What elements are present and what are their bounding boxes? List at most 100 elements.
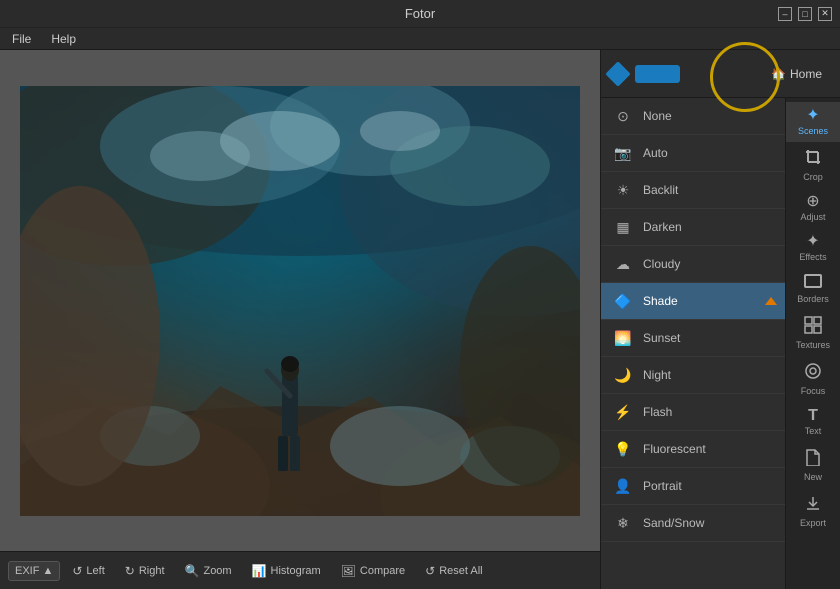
scene-auto-label: Auto — [643, 146, 668, 160]
cave-image — [20, 86, 580, 516]
window-controls: – □ ✕ — [778, 7, 832, 21]
tool-new[interactable]: New — [786, 442, 840, 488]
scene-none-label: None — [643, 109, 672, 123]
reset-all-button[interactable]: ↺ Reset All — [417, 561, 490, 581]
tool-text[interactable]: T Text — [786, 402, 840, 442]
scene-shade-label: Shade — [643, 294, 678, 308]
adjust-tool-label: Adjust — [800, 212, 825, 222]
scene-sandsnow-icon: ❄ — [613, 513, 633, 533]
right-toolbar: ✦ Scenes Crop — [785, 98, 840, 589]
scene-sunset-icon: 🌅 — [613, 328, 633, 348]
export-tool-icon — [804, 494, 822, 516]
text-tool-icon: T — [808, 408, 818, 424]
scenes-list[interactable]: ⊙ None 📷 Auto ☀ Backlit ▦ Darken — [601, 98, 785, 589]
tool-export[interactable]: Export — [786, 488, 840, 534]
compare-button[interactable]: 🖼 Compare — [333, 561, 413, 581]
rotate-left-button[interactable]: ↺ Left — [64, 561, 112, 581]
scenes-tool-icon: ✦ — [806, 108, 819, 124]
cave-svg — [20, 86, 580, 516]
compare-label: Compare — [360, 565, 405, 577]
histogram-button[interactable]: 📊 Histogram — [244, 561, 329, 581]
bottom-toolbar: EXIF ▲ ↺ Left ↻ Right 🔍 Zoom 📊 Histogram… — [0, 551, 600, 589]
exif-arrow-icon: ▲ — [42, 565, 53, 577]
focus-tool-icon — [804, 362, 822, 384]
scene-darken-label: Darken — [643, 220, 682, 234]
tool-crop[interactable]: Crop — [786, 142, 840, 188]
scene-sandsnow-label: Sand/Snow — [643, 516, 704, 530]
scene-portrait-label: Portrait — [643, 479, 682, 493]
histogram-label: Histogram — [271, 565, 321, 577]
minimize-button[interactable]: – — [778, 7, 792, 21]
tool-effects[interactable]: ✦ Effects — [786, 228, 840, 268]
zoom-button[interactable]: 🔍 Zoom — [177, 561, 240, 581]
reset-icon: ↺ — [425, 564, 435, 578]
tool-focus[interactable]: Focus — [786, 356, 840, 402]
scene-fluorescent[interactable]: 💡 Fluorescent — [601, 431, 785, 468]
borders-tool-label: Borders — [797, 294, 829, 304]
crop-tool-icon — [804, 148, 822, 170]
exif-label: EXIF — [15, 565, 39, 577]
effects-tool-icon: ✦ — [806, 234, 819, 250]
borders-tool-icon — [804, 274, 822, 292]
scene-auto[interactable]: 📷 Auto — [601, 135, 785, 172]
scene-cloudy[interactable]: ☁ Cloudy — [601, 246, 785, 283]
reset-label: Reset All — [439, 565, 482, 577]
focus-tool-label: Focus — [801, 386, 826, 396]
home-button[interactable]: 🏠 Home — [761, 62, 832, 86]
new-tool-label: New — [804, 472, 822, 482]
title-bar: Fotor – □ ✕ — [0, 0, 840, 28]
crop-tool-label: Crop — [803, 172, 823, 182]
tool-scenes[interactable]: ✦ Scenes — [786, 102, 840, 142]
scene-sunset-label: Sunset — [643, 331, 680, 345]
scene-darken[interactable]: ▦ Darken — [601, 209, 785, 246]
exif-button[interactable]: EXIF ▲ — [8, 561, 60, 581]
home-label: Home — [790, 67, 822, 81]
scene-flash-icon: ⚡ — [613, 402, 633, 422]
compare-icon: 🖼 — [341, 564, 356, 578]
menu-help[interactable]: Help — [47, 30, 80, 48]
main-layout: EXIF ▲ ↺ Left ↻ Right 🔍 Zoom 📊 Histogram… — [0, 50, 840, 589]
rotate-right-label: Right — [139, 565, 165, 577]
textures-tool-label: Textures — [796, 340, 830, 350]
scene-fluorescent-icon: 💡 — [613, 439, 633, 459]
active-indicator — [765, 297, 777, 305]
scene-auto-icon: 📷 — [613, 143, 633, 163]
scenes-tool-label: Scenes — [798, 126, 828, 136]
close-button[interactable]: ✕ — [818, 7, 832, 21]
panel-body: ⊙ None 📷 Auto ☀ Backlit ▦ Darken — [601, 98, 840, 589]
scene-portrait[interactable]: 👤 Portrait — [601, 468, 785, 505]
scene-shade[interactable]: 🔷 Shade — [601, 283, 785, 320]
scene-shade-icon: 🔷 — [613, 291, 633, 311]
scene-cloudy-label: Cloudy — [643, 257, 680, 271]
tool-textures[interactable]: Textures — [786, 310, 840, 356]
histogram-icon: 📊 — [252, 564, 267, 578]
scene-backlit[interactable]: ☀ Backlit — [601, 172, 785, 209]
rotate-right-icon: ↻ — [125, 564, 135, 578]
app-title: Fotor — [405, 6, 435, 21]
right-panel: 🏠 Home ⊙ None 📷 Auto — [600, 50, 840, 589]
zoom-label: Zoom — [203, 565, 231, 577]
scene-night[interactable]: 🌙 Night — [601, 357, 785, 394]
rotate-right-button[interactable]: ↻ Right — [117, 561, 173, 581]
scene-backlit-icon: ☀ — [613, 180, 633, 200]
home-icon: 🏠 — [771, 67, 786, 81]
maximize-button[interactable]: □ — [798, 7, 812, 21]
menu-bar: File Help — [0, 28, 840, 50]
scene-flash-label: Flash — [643, 405, 672, 419]
scene-sandsnow[interactable]: ❄ Sand/Snow — [601, 505, 785, 542]
scene-backlit-label: Backlit — [643, 183, 678, 197]
scene-cloudy-icon: ☁ — [613, 254, 633, 274]
scene-portrait-icon: 👤 — [613, 476, 633, 496]
tool-borders[interactable]: Borders — [786, 268, 840, 310]
scene-flash[interactable]: ⚡ Flash — [601, 394, 785, 431]
scene-sunset[interactable]: 🌅 Sunset — [601, 320, 785, 357]
enhance-bar — [635, 65, 680, 83]
menu-file[interactable]: File — [8, 30, 35, 48]
scene-none[interactable]: ⊙ None — [601, 98, 785, 135]
adjust-tool-icon: ⊕ — [806, 194, 819, 210]
tool-adjust[interactable]: ⊕ Adjust — [786, 188, 840, 228]
enhance-diamond-icon — [605, 61, 630, 86]
photo-frame — [20, 86, 580, 516]
right-panel-header: 🏠 Home — [601, 50, 840, 98]
scene-night-icon: 🌙 — [613, 365, 633, 385]
